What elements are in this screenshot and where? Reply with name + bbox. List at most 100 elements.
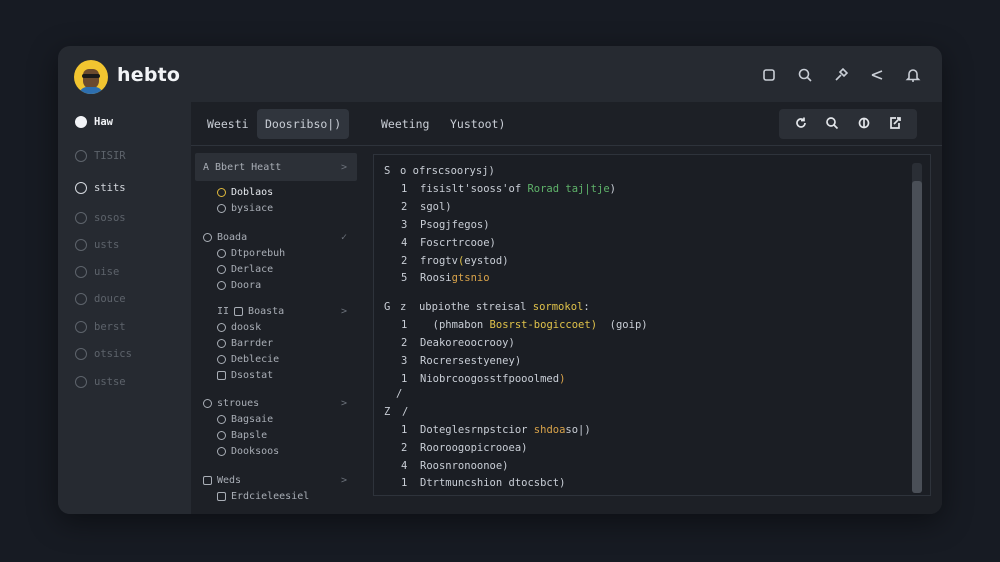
app-name: hebto	[117, 64, 181, 86]
tree-row[interactable]: doosk	[195, 319, 357, 335]
sidebar-item[interactable]: berst	[75, 321, 126, 333]
sidebar-item[interactable]: otsics	[75, 348, 132, 360]
file-icon	[217, 280, 226, 290]
sidebar-item[interactable]: Haw	[75, 116, 113, 128]
tree-row[interactable]: Boada ✓	[195, 229, 357, 245]
contrast-icon[interactable]	[857, 115, 871, 134]
code-editor[interactable]: So ofrscsoorysj) 1 fisislt'sooss'of Rorad …	[373, 154, 931, 496]
code-text: Foscrtrcooe)	[420, 237, 496, 249]
code-highlight: gtsnio	[451, 272, 490, 284]
sidebar-item[interactable]: usts	[75, 239, 119, 251]
code-text: (phmabon	[420, 319, 490, 331]
tree-row[interactable]: Bagsaie	[195, 411, 357, 427]
code-line[interactable]: Foscrtrcooe)	[420, 237, 496, 249]
tree-row[interactable]: Deblecie	[195, 351, 357, 367]
tab-yustoot[interactable]: Yustoot)	[442, 109, 513, 139]
code-line[interactable]: Deakoreoocrooy)	[420, 337, 515, 349]
tree-row-label: bysiace	[231, 202, 274, 214]
line-number: 5	[401, 272, 408, 284]
tree-row-label: A Bbert Heatt	[203, 161, 282, 173]
tree-row[interactable]: Doora	[195, 277, 357, 293]
bell-icon[interactable]	[904, 66, 922, 84]
sidebar-item[interactable]: sosos	[75, 212, 126, 224]
code-tail: (goip)	[597, 319, 648, 331]
circle-icon	[75, 239, 87, 251]
folder-icon	[217, 370, 226, 380]
editor-scrollbar[interactable]	[912, 163, 922, 493]
sidebar-item[interactable]: uise	[75, 266, 119, 278]
tree-row[interactable]: Barrder	[195, 335, 357, 351]
tree-row[interactable]: Weds >	[195, 472, 357, 488]
chevron-icon[interactable]: >	[341, 475, 347, 486]
tab-doosribso[interactable]: Doosribso|)	[257, 109, 350, 139]
pin-icon[interactable]	[832, 66, 850, 84]
tree-row[interactable]: Dooksoos	[195, 443, 357, 459]
code-line[interactable]: Doteglesrnpstcior shdoaso|)	[420, 424, 591, 436]
sidebar-item[interactable]: stits	[75, 182, 126, 194]
chevron-icon[interactable]: >	[341, 306, 347, 317]
tree-row[interactable]: Bapsle	[195, 427, 357, 443]
sidebar-item-label: Haw	[94, 116, 113, 128]
sidebar-item[interactable]: TISIR	[75, 150, 126, 162]
chevron-icon[interactable]: >	[341, 398, 347, 409]
code-line[interactable]: z ubpiothe streisal sormokol:	[400, 301, 590, 313]
tree-row[interactable]: Dtporebuh	[195, 245, 357, 261]
tree-prefix: II	[217, 305, 230, 317]
tree-row[interactable]: A Bbert Heatt >	[195, 153, 357, 181]
code-text: Roosi	[420, 272, 452, 284]
scrollbar-thumb[interactable]	[912, 181, 922, 493]
app-logo[interactable]	[74, 60, 108, 94]
code-line[interactable]: fisislt'sooss'of Rorad taj|tje)	[420, 183, 616, 195]
tree-row-label: Doblaos	[231, 186, 274, 198]
tree-row[interactable]: Erdcieleesiel	[195, 488, 357, 504]
sidebar-item[interactable]: ustse	[75, 376, 126, 388]
code-line[interactable]: (phmabon Bosrst-bogiccoet) (goip)	[420, 319, 648, 331]
code-text: /	[402, 406, 409, 418]
sidebar-item-label: otsics	[94, 348, 132, 360]
code-line[interactable]: /	[396, 388, 402, 400]
line-number: 1	[401, 183, 408, 195]
app-window: hebto Haw TISIR stits sosos usts uise douce ber…	[58, 46, 942, 514]
code-line[interactable]: Roosnronoonoe)	[420, 460, 509, 472]
chevron-icon[interactable]: ✓	[341, 232, 347, 243]
title-bar: hebto	[58, 46, 942, 102]
sidebar-item[interactable]: douce	[75, 293, 126, 305]
tree-row[interactable]: stroues >	[195, 395, 357, 411]
code-line[interactable]: Niobrcoogosstfpooolmed)	[420, 373, 565, 385]
square-icon[interactable]	[760, 66, 778, 84]
line-number: 3	[401, 355, 408, 367]
chevron-icon[interactable]: >	[341, 162, 347, 173]
code-line[interactable]: frogtv(eystod)	[420, 255, 509, 267]
search-icon[interactable]	[796, 66, 814, 84]
line-number: 2	[401, 255, 408, 267]
code-line[interactable]: sgol)	[420, 201, 452, 213]
code-text: /	[396, 388, 403, 400]
code-line[interactable]: Rocrersestyeney)	[420, 355, 521, 367]
code-line[interactable]: Dtrtmuncshion dtocsbct)	[420, 477, 565, 489]
share-icon[interactable]	[868, 66, 886, 84]
tab-weeting[interactable]: Weeting	[373, 109, 437, 139]
refresh-icon[interactable]	[794, 115, 808, 134]
tree-row[interactable]: Doblaos	[195, 184, 357, 200]
code-text: Dtrtmuncshion dtocsbct)	[420, 477, 566, 489]
tree-row[interactable]: II Boasta >	[195, 303, 357, 319]
file-icon	[217, 203, 226, 213]
line-number: 4	[401, 237, 408, 249]
export-icon[interactable]	[888, 115, 902, 134]
tree-row-label: Dtporebuh	[231, 247, 286, 259]
code-text: Deakoreoocrooy)	[420, 337, 515, 349]
code-line[interactable]: Psogjfegos)	[420, 219, 490, 231]
code-highlight: sormokol	[532, 301, 584, 313]
tree-row-label: Boada	[217, 231, 248, 243]
search-icon[interactable]	[825, 115, 839, 134]
code-line[interactable]: Rooroogopicrooea)	[420, 442, 527, 454]
code-line[interactable]: o ofrscsoorysj)	[400, 165, 495, 177]
tree-row[interactable]: bysiace	[195, 200, 357, 216]
code-line[interactable]: /	[402, 406, 408, 418]
tab-weesti[interactable]: Weesti	[199, 109, 257, 139]
tree-row[interactable]: Dsostat	[195, 367, 357, 383]
tree-row-label: Dsostat	[231, 369, 274, 381]
code-line[interactable]: Roosigtsnio	[420, 272, 490, 284]
sidebar-item-label: uise	[94, 266, 120, 278]
tree-row[interactable]: Derlace	[195, 261, 357, 277]
